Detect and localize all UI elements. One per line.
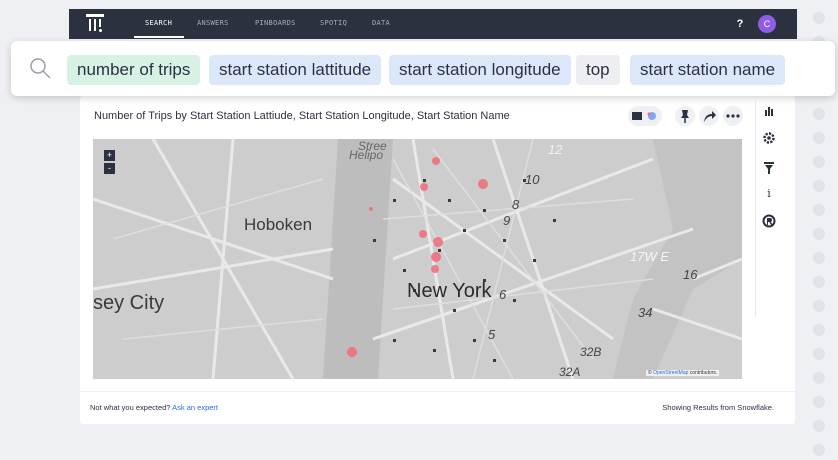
spotiq-icon[interactable] xyxy=(762,214,776,228)
active-tab-indicator xyxy=(134,36,184,38)
filter-icon[interactable] xyxy=(762,161,776,175)
chart-title: Number of Trips by Start Station Lattiud… xyxy=(94,110,510,122)
rail-dot xyxy=(813,276,825,288)
map-label-8: 8 xyxy=(512,197,520,212)
rail-dot xyxy=(813,300,825,312)
rail-dot xyxy=(813,444,825,456)
avatar[interactable]: C xyxy=(758,15,776,33)
rail-dot xyxy=(813,396,825,408)
tab-answers[interactable]: ANSWERS xyxy=(197,19,229,27)
map-label-9: 9 xyxy=(503,213,511,228)
map-label-6: 6 xyxy=(499,287,507,302)
search-token-number-of-trips[interactable]: number of trips xyxy=(67,55,201,85)
rail-dot xyxy=(813,12,825,24)
rail-dot xyxy=(813,108,825,120)
rail-dot xyxy=(813,228,825,240)
search-token-start-station-name[interactable]: start station name xyxy=(630,55,786,85)
rail-dot xyxy=(813,132,825,144)
help-button[interactable]: ? xyxy=(733,17,747,31)
map-label-5: 5 xyxy=(488,327,496,342)
chart-type-icon[interactable] xyxy=(762,104,776,118)
attribution-prefix: © xyxy=(648,370,652,376)
map-label-32b: 32B xyxy=(580,345,602,359)
rail-dot xyxy=(813,372,825,384)
card-divider xyxy=(80,391,795,392)
more-icon[interactable] xyxy=(723,106,743,126)
search-token-start-station-lattitude[interactable]: start station lattitude xyxy=(209,55,382,85)
thoughtspot-logo-icon[interactable] xyxy=(86,14,104,34)
tab-data[interactable]: DATA xyxy=(372,19,390,27)
search-token-top[interactable]: top xyxy=(576,55,620,85)
tab-pinboards[interactable]: PINBOARDS xyxy=(255,19,296,27)
tab-search[interactable]: SEARCH xyxy=(145,19,172,27)
zoom-out-button[interactable]: - xyxy=(104,163,115,174)
ask-an-expert-link[interactable]: Ask an expert xyxy=(172,403,218,412)
rail-dot xyxy=(813,180,825,192)
attribution-suffix: contributors. xyxy=(689,370,718,376)
rail-dot xyxy=(813,204,825,216)
search-icon[interactable] xyxy=(29,57,51,79)
map-label-34: 34 xyxy=(638,305,653,320)
table-chart-toggle-icon[interactable] xyxy=(628,106,662,126)
data-source-note: Showing Results from Snowflake. xyxy=(662,403,774,412)
map-label-heliport: Helipo xyxy=(349,148,384,162)
map-label-hoboken: Hoboken xyxy=(244,215,313,234)
map-label-17w-e: 17W E xyxy=(630,249,670,264)
map-attribution: © OpenStreetMap contributors. xyxy=(646,370,720,376)
zoom-in-button[interactable]: + xyxy=(104,150,115,161)
feedback-question: Not what you expected? xyxy=(90,403,171,412)
share-icon[interactable] xyxy=(699,106,719,126)
map-label-32a: 32A xyxy=(559,365,581,379)
answer-side-toolbar xyxy=(755,96,784,316)
rail-dot xyxy=(813,348,825,360)
settings-icon[interactable] xyxy=(762,131,776,145)
map-view[interactable]: Hoboken sey City New York 12 10 8 9 6 5 … xyxy=(93,139,742,379)
rail-dot xyxy=(813,156,825,168)
rail-dot xyxy=(813,324,825,336)
map-label-10: 10 xyxy=(525,172,540,187)
rail-dot xyxy=(813,252,825,264)
top-nav-bar xyxy=(69,9,797,39)
rail-dot xyxy=(813,420,825,432)
openstreetmap-link[interactable]: OpenStreetMap xyxy=(653,370,688,376)
map-label-new-york: New York xyxy=(407,280,492,302)
pin-icon[interactable] xyxy=(675,106,695,126)
map-label-12: 12 xyxy=(548,142,563,157)
tab-spotiq[interactable]: SPOTIQ xyxy=(320,19,347,27)
search-token-start-station-longitude[interactable]: start station longitude xyxy=(389,55,571,85)
info-icon[interactable]: i xyxy=(762,187,776,201)
feedback-prompt: Not what you expected? Ask an expert xyxy=(90,403,218,412)
map-label-jersey-city: sey City xyxy=(93,292,165,314)
map-label-16: 16 xyxy=(683,267,698,282)
